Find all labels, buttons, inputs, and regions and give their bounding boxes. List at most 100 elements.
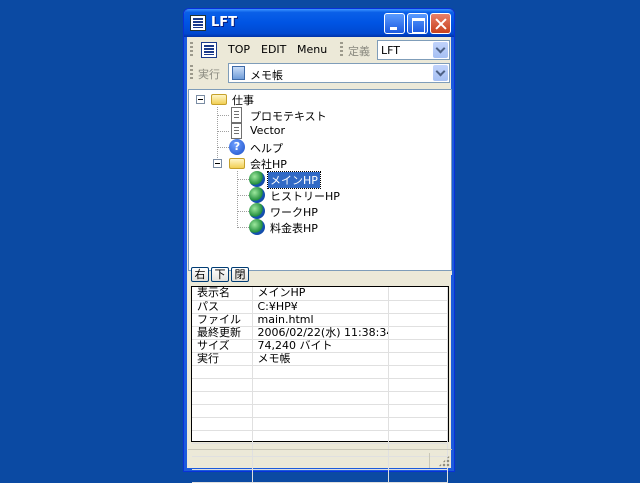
table-row[interactable]: サイズ 74,240 バイト bbox=[192, 339, 448, 353]
notepad-icon bbox=[232, 66, 245, 80]
menu-toolbar: TOP EDIT Menu 定義 LFT bbox=[188, 39, 452, 61]
folder-open-icon bbox=[229, 158, 245, 169]
empty-cell bbox=[388, 430, 448, 444]
run-label: 実行 bbox=[198, 68, 220, 81]
empty-cell bbox=[388, 365, 448, 379]
property-key: サイズ bbox=[192, 339, 253, 353]
tree-line bbox=[237, 179, 249, 180]
collapse-toggle[interactable] bbox=[196, 95, 205, 104]
resize-grip[interactable] bbox=[438, 455, 450, 467]
status-bar bbox=[188, 449, 452, 469]
property-empty bbox=[388, 352, 448, 366]
empty-cell bbox=[252, 430, 389, 444]
minimize-button[interactable] bbox=[384, 13, 405, 34]
empty-cell bbox=[192, 417, 253, 431]
property-empty bbox=[388, 339, 448, 353]
chevron-down-icon[interactable] bbox=[433, 42, 448, 58]
help-icon: ? bbox=[229, 139, 245, 155]
app-menu-icon[interactable] bbox=[201, 42, 217, 58]
property-value: C:¥HP¥ bbox=[252, 300, 389, 314]
property-key: 表示名 bbox=[192, 287, 253, 301]
tree-node-label: プロモテキスト bbox=[250, 110, 327, 123]
dock-bottom-button[interactable]: 下 bbox=[211, 267, 229, 282]
property-value: メインHP bbox=[252, 287, 389, 301]
chevron-down-icon[interactable] bbox=[433, 65, 448, 81]
collapse-toggle[interactable] bbox=[213, 159, 222, 168]
close-button[interactable] bbox=[430, 13, 451, 34]
empty-cell bbox=[388, 378, 448, 392]
property-empty bbox=[388, 287, 448, 301]
empty-cell bbox=[192, 391, 253, 405]
menu-top[interactable]: TOP bbox=[228, 43, 250, 56]
tree-node-label: 料金表HP bbox=[270, 222, 318, 235]
tree-node-label: Vector bbox=[250, 124, 286, 137]
table-row[interactable]: ファイル main.html bbox=[192, 313, 448, 327]
table-row[interactable]: 実行 メモ帳 bbox=[192, 352, 448, 366]
toolbar-grip[interactable] bbox=[190, 65, 193, 81]
tree-node-label: 仕事 bbox=[232, 94, 254, 107]
empty-cell bbox=[252, 391, 389, 405]
property-value: 74,240 バイト bbox=[252, 339, 389, 353]
toolbar-grip[interactable] bbox=[340, 42, 343, 58]
property-key: 実行 bbox=[192, 352, 253, 366]
menu-menu[interactable]: Menu bbox=[297, 43, 327, 56]
globe-icon bbox=[249, 203, 265, 219]
tree-node-label: ヘルプ bbox=[250, 142, 283, 155]
table-row bbox=[192, 391, 448, 405]
property-empty bbox=[388, 313, 448, 327]
globe-icon bbox=[249, 187, 265, 203]
table-row[interactable]: パス C:¥HP¥ bbox=[192, 300, 448, 314]
property-value: main.html bbox=[252, 313, 389, 327]
empty-cell bbox=[388, 417, 448, 431]
property-grid[interactable]: 表示名 メインHP パス C:¥HP¥ ファイル main.html 最終更新 … bbox=[191, 286, 449, 483]
empty-cell bbox=[388, 469, 448, 483]
property-value: メモ帳 bbox=[252, 352, 389, 366]
title-bar[interactable]: LFT bbox=[184, 9, 454, 37]
tree-node-label: ワークHP bbox=[270, 206, 318, 219]
tree-line bbox=[217, 115, 229, 116]
property-empty bbox=[388, 326, 448, 340]
tree-line bbox=[237, 195, 249, 196]
property-key: ファイル bbox=[192, 313, 253, 327]
menu-edit[interactable]: EDIT bbox=[261, 43, 286, 56]
app-icon[interactable] bbox=[190, 15, 206, 31]
empty-cell bbox=[388, 391, 448, 405]
empty-cell bbox=[192, 404, 253, 418]
property-empty bbox=[388, 300, 448, 314]
empty-cell bbox=[192, 365, 253, 379]
table-row bbox=[192, 430, 448, 444]
tree-view[interactable]: 仕事 プロモテキスト Vector ? ヘルプ 会社HP メインHP ヒストリー… bbox=[188, 89, 452, 271]
definition-value: LFT bbox=[381, 44, 400, 57]
empty-cell bbox=[192, 430, 253, 444]
empty-cell bbox=[192, 469, 253, 483]
run-toolbar: 実行 メモ帳 bbox=[188, 62, 452, 84]
definition-select[interactable]: LFT bbox=[377, 40, 450, 60]
window-title: LFT bbox=[211, 15, 238, 30]
table-row bbox=[192, 417, 448, 431]
toolbar-grip[interactable] bbox=[190, 42, 193, 58]
table-row[interactable]: 表示名 メインHP bbox=[192, 287, 448, 301]
empty-cell bbox=[192, 378, 253, 392]
property-key: パス bbox=[192, 300, 253, 314]
tree-line bbox=[217, 147, 229, 148]
tree-node-label: ヒストリーHP bbox=[270, 190, 340, 203]
tree-line bbox=[217, 131, 229, 132]
tree-line bbox=[237, 211, 249, 212]
maximize-button[interactable] bbox=[407, 13, 428, 34]
empty-cell bbox=[252, 469, 389, 483]
document-icon bbox=[231, 107, 242, 123]
table-row bbox=[192, 469, 448, 483]
run-value: メモ帳 bbox=[250, 69, 283, 82]
tree-node-label: メインHP bbox=[267, 171, 321, 189]
definition-label: 定義 bbox=[348, 45, 370, 58]
dock-right-button[interactable]: 右 bbox=[191, 267, 209, 282]
globe-icon bbox=[249, 171, 265, 187]
tree-node-label: 会社HP bbox=[250, 158, 287, 171]
empty-cell bbox=[252, 378, 389, 392]
run-select[interactable]: メモ帳 bbox=[228, 63, 450, 83]
table-row[interactable]: 最終更新 2006/02/22(水) 11:38:34 bbox=[192, 326, 448, 340]
property-value: 2006/02/22(水) 11:38:34 bbox=[252, 326, 389, 340]
close-pane-button[interactable]: 閉 bbox=[231, 267, 249, 282]
app-window: LFT TOP EDIT Menu 定義 LFT 実行 メモ帳 仕事 プロモテキ… bbox=[183, 8, 455, 483]
empty-cell bbox=[388, 404, 448, 418]
